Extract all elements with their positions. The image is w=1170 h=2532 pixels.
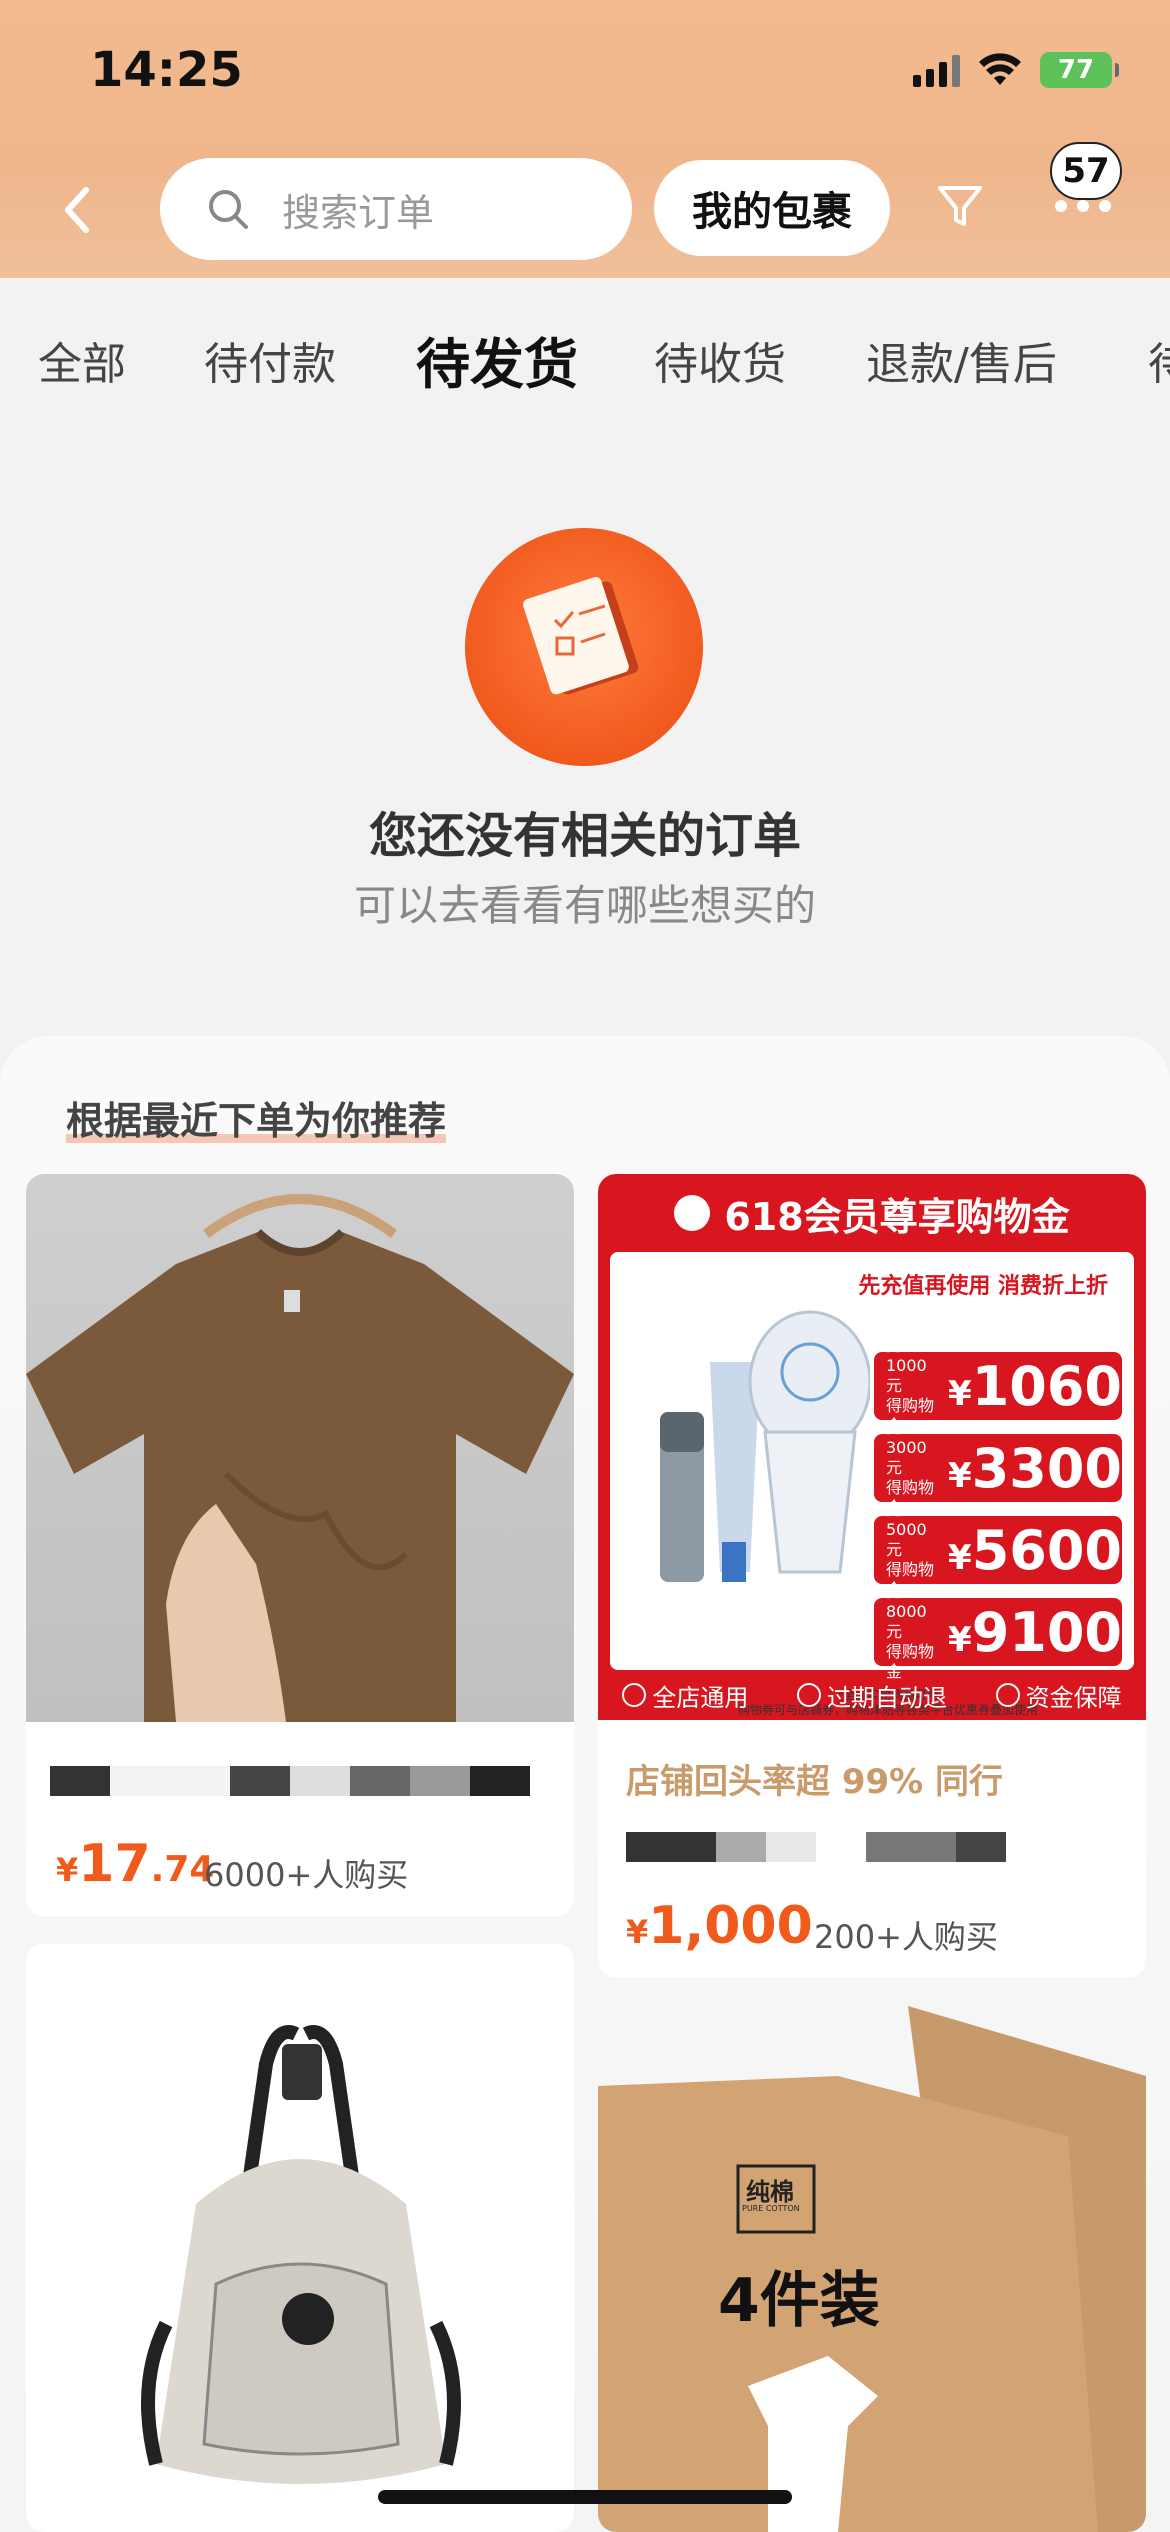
back-icon[interactable] [56,180,96,240]
search-input[interactable]: 搜索订单 [160,158,632,260]
product-card-promo[interactable]: 618会员尊享购物金 先充值再使用 消费折上折 充1000元 得购物金 ¥1060… [598,1174,1146,1978]
status-time: 14:25 [90,42,243,98]
backpack-product-image [26,1944,574,2532]
pack-count: 4件装 [718,2266,880,2336]
tier-recharge: 充1000元 [886,1336,927,1395]
promo-tagline: 先充值再使用 消费折上折 [858,1274,1108,1299]
wifi-icon [978,53,1022,87]
search-placeholder: 搜索订单 [282,190,435,235]
tab-pending-receipt[interactable]: 待收货 [654,328,786,392]
pack-label: 纯棉 [746,2178,794,2206]
tab-refund-aftersale[interactable]: 退款/售后 [866,328,1057,392]
tier-recharge: 充5000元 [886,1500,927,1559]
feature-item: 过期自动退 [796,1678,947,1713]
tier-recharge: 充3000元 [886,1418,927,1477]
my-packages-button[interactable]: 我的包裹 [654,160,890,256]
home-indicator[interactable] [378,2490,792,2504]
blurred-title [626,1832,1016,1862]
empty-orders-illustration [465,528,703,766]
search-icon [209,190,248,229]
tier-amount-value: 9100 [971,1600,1122,1664]
battery-icon: 77 [1040,52,1119,88]
tab-pending-payment[interactable]: 待付款 [204,328,336,392]
tier-amount: ¥9100 [948,1600,1122,1664]
dot-icon [1055,200,1067,212]
promo-headline: 618会员尊享购物金 [598,1174,1146,1252]
refund-icon [796,1683,821,1707]
cellular-signal-icon [913,53,960,87]
tier-amount: ¥1060 [948,1354,1122,1418]
order-tabs: 全部 待付款 待发货 待收货 退款/售后 待 [0,278,1170,438]
price-integer: 17 [78,1834,151,1894]
battery-level: 77 [1057,55,1095,85]
dot-icon [1099,200,1111,212]
message-badge: 57 [1050,142,1122,200]
price: ¥1,000 [626,1896,813,1956]
recommend-title: 根据最近下单为你推荐 [66,1090,447,1145]
tab-pending-shipment[interactable]: 待发货 [416,320,578,399]
promo-headline-text: 618会员尊享购物金 [724,1194,1070,1239]
recharge-tier: 充8000元 得购物金 ¥9100 [874,1582,1122,1681]
tab-all[interactable]: 全部 [38,328,126,392]
sales-count: 6000+人购买 [204,1856,409,1894]
tier-text: 充8000元 得购物金 [886,1582,942,1682]
feature-label: 过期自动退 [826,1683,947,1712]
medical-products-image [660,1310,870,1582]
blurred-title [50,1766,550,1796]
product-card-backpack[interactable] [26,1944,574,2532]
recharge-tier: 充5000元 得购物金 ¥5600 [874,1500,1122,1599]
pack-label-sub: PURE COTTON [742,2204,800,2213]
store-tag: 店铺回头率超 99% 同行 [626,1762,1004,1802]
price-symbol: ¥ [626,1913,649,1951]
tier-amount: ¥3300 [948,1436,1122,1500]
feature-label: 资金保障 [1025,1683,1122,1712]
header: 14:25 77 搜索订单 我的包裹 57 [0,0,1170,278]
member-icon [674,1195,711,1231]
promo-features: 全店通用 过期自动退 资金保障 [598,1670,1146,1720]
price: ¥17.74 [56,1834,214,1894]
recharge-tier: 充1000元 得购物金 ¥1060 [874,1336,1122,1435]
cotton-pack-product-image: 纯棉 PURE COTTON 4件装 [598,2006,1146,2532]
filter-icon[interactable] [934,180,986,232]
recharge-tier: 充3000元 得购物金 ¥3300 [874,1418,1122,1517]
tag-icon [622,1683,647,1707]
tier-recharge: 充8000元 [886,1582,927,1641]
promo-body: 先充值再使用 消费折上折 充1000元 得购物金 ¥1060 充3000元 得购物金… [610,1252,1134,1681]
feature-label: 全店通用 [652,1683,749,1712]
tab-more[interactable]: 待 [1148,328,1170,392]
promo-banner: 618会员尊享购物金 先充值再使用 消费折上折 充1000元 得购物金 ¥1060… [598,1174,1146,1720]
empty-state-title: 您还没有相关的订单 [368,808,801,864]
product-card-tshirt[interactable]: ¥17.74 6000+人购买 [26,1174,574,1916]
sales-count: 200+人购买 [814,1918,998,1956]
price-symbol: ¥ [56,1851,79,1889]
product-card-cotton-pack[interactable]: 纯棉 PURE COTTON 4件装 [598,2006,1146,2532]
status-icons: 77 [913,52,1119,88]
feature-item: 全店通用 [622,1678,748,1713]
feature-item: 资金保障 [995,1678,1122,1713]
empty-state-subtitle: 可以去看看有哪些想买的 [353,881,816,930]
recommend-title-text: 根据最近下单为你推荐 [66,1099,447,1143]
price-integer: 1,000 [648,1896,813,1956]
shield-icon [995,1683,1020,1707]
tier-amount-value: 3300 [971,1436,1122,1500]
dot-icon [1077,200,1089,212]
tier-amount-value: 1060 [971,1354,1122,1418]
tier-amount: ¥5600 [948,1518,1122,1582]
tshirt-product-image [26,1174,574,1722]
tier-amount-value: 5600 [971,1518,1122,1582]
